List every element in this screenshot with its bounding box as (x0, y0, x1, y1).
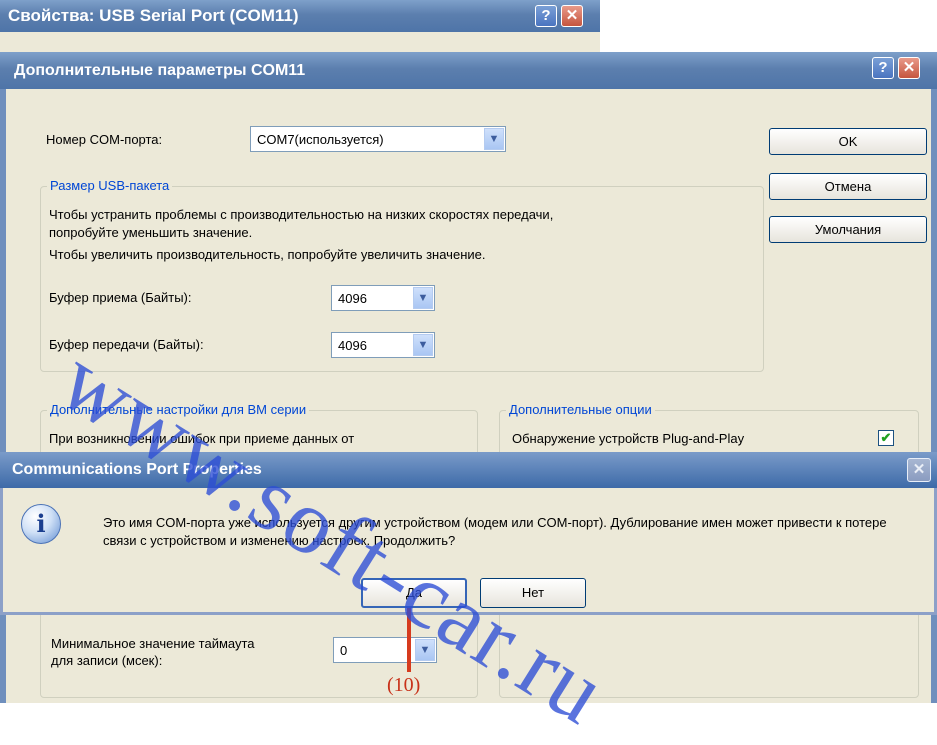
close-icon[interactable]: ✕ (898, 57, 920, 79)
cancel-button[interactable]: Отмена (769, 173, 927, 200)
main-window-title: Дополнительные параметры COM11 (14, 62, 306, 79)
tx-buffer-value: 4096 (338, 338, 367, 353)
main-window-titlebar[interactable]: Дополнительные параметры COM11 ? ✕ (0, 52, 937, 89)
tx-buffer-select[interactable]: 4096 ▼ (331, 332, 435, 358)
min-timeout-value: 0 (340, 643, 348, 658)
ok-button[interactable]: OK (769, 128, 927, 155)
close-icon[interactable]: ✕ (561, 5, 583, 27)
callout-pointer (407, 608, 411, 672)
help-icon[interactable]: ? (872, 57, 894, 79)
dialog-title: Communications Port Properties (12, 461, 262, 478)
communications-port-dialog: Communications Port Properties ✕ i Это и… (0, 452, 937, 615)
rx-buffer-label: Буфер приема (Байты): (49, 290, 192, 305)
info-icon: i (21, 504, 61, 544)
com-port-label: Номер COM-порта: (46, 132, 163, 147)
min-timeout-label-line-1: Минимальное значение таймаута (51, 636, 255, 651)
rx-buffer-select[interactable]: 4096 ▼ (331, 285, 435, 311)
chevron-down-icon[interactable]: ▼ (484, 128, 504, 150)
back-window-titlebar[interactable]: Свойства: USB Serial Port (COM11) ? ✕ (0, 0, 600, 32)
chevron-down-icon[interactable]: ▼ (415, 639, 435, 661)
back-window-title: Свойства: USB Serial Port (COM11) (8, 6, 299, 25)
usb-packet-group-title: Размер USB-пакета (47, 178, 173, 193)
bm-series-group-title: Дополнительные настройки для BM серии (47, 402, 310, 417)
bm-series-hint: При возникновении ошибок при приеме данн… (49, 431, 355, 446)
pnp-label: Обнаружение устройств Plug-and-Play (512, 431, 745, 446)
pnp-checkbox[interactable]: ✔ (878, 430, 894, 446)
usb-hint-line-2: попробуйте уменьшить значение. (49, 225, 253, 240)
chevron-down-icon[interactable]: ▼ (413, 287, 433, 309)
usb-hint-line-1: Чтобы устранить проблемы с производитель… (49, 207, 554, 222)
dialog-titlebar[interactable]: Communications Port Properties ✕ (0, 452, 937, 488)
callout-label: (10) (387, 674, 421, 696)
tx-buffer-label: Буфер передачи (Байты): (49, 337, 204, 352)
defaults-button[interactable]: Умолчания (769, 216, 927, 243)
rx-buffer-value: 4096 (338, 291, 367, 306)
com-port-value: COM7(используется) (257, 132, 384, 147)
usb-packet-group: Размер USB-пакета Чтобы устранить пробле… (40, 178, 764, 372)
dialog-message: Это имя COM-порта уже используется други… (103, 515, 887, 548)
help-icon[interactable]: ? (535, 5, 557, 27)
min-timeout-select[interactable]: 0 ▼ (333, 637, 437, 663)
usb-hint-line-3: Чтобы увеличить производительность, попр… (49, 247, 486, 262)
yes-button[interactable]: Да (361, 578, 467, 608)
no-button[interactable]: Нет (480, 578, 586, 608)
extra-options-group-title: Дополнительные опции (506, 402, 655, 417)
com-port-select[interactable]: COM7(используется) ▼ (250, 126, 506, 152)
close-icon[interactable]: ✕ (907, 458, 931, 482)
chevron-down-icon[interactable]: ▼ (413, 334, 433, 356)
min-timeout-label-line-2: для записи (мсек): (51, 653, 163, 668)
